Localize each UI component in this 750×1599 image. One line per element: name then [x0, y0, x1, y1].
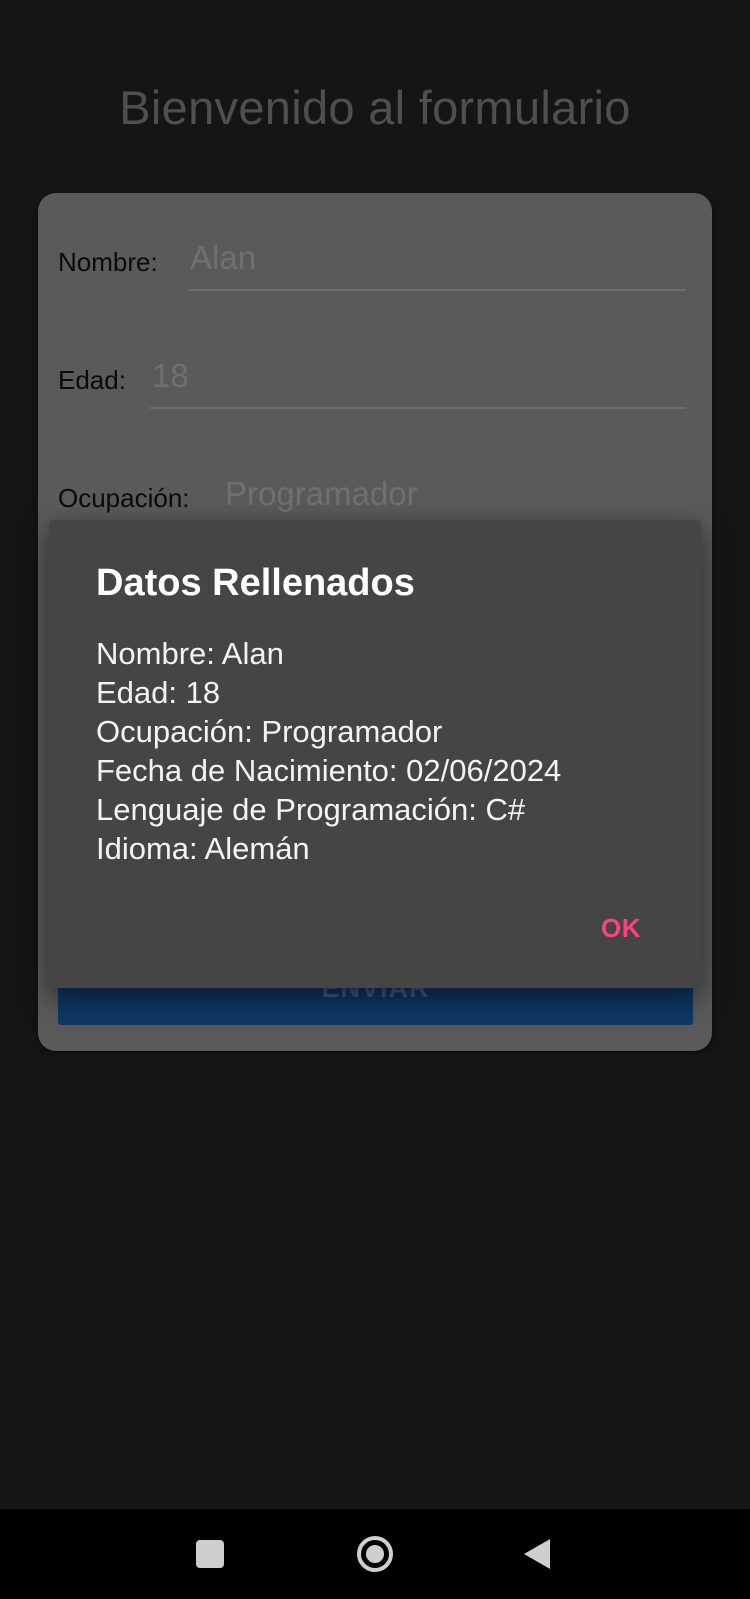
dialog-line-birthdate: Fecha de Nacimiento: 02/06/2024: [96, 753, 562, 788]
name-label: Nombre:: [58, 247, 158, 277]
age-field-row: Edad: 18: [58, 347, 686, 409]
recents-button[interactable]: [165, 1509, 255, 1599]
ok-button[interactable]: OK: [601, 913, 641, 944]
back-triangle-icon: [524, 1539, 550, 1569]
app-screen: Bienvenido al formulario Nombre: Alan Ed…: [0, 0, 750, 1599]
home-button[interactable]: [330, 1509, 420, 1599]
age-input[interactable]: 18: [150, 347, 686, 409]
home-circle-icon: [357, 1536, 393, 1572]
age-label: Edad:: [58, 365, 126, 395]
occupation-label: Ocupación:: [58, 483, 190, 513]
dialog-line-name: Nombre: Alan: [96, 636, 284, 671]
back-button[interactable]: [492, 1509, 582, 1599]
name-field-row: Nombre: Alan: [58, 229, 686, 291]
dialog-line-language: Lenguaje de Programación: C#: [96, 792, 526, 827]
dialog-line-age: Edad: 18: [96, 675, 221, 710]
occupation-field-row: Ocupación: Programador: [58, 465, 686, 527]
system-nav-bar: [0, 1509, 750, 1599]
dialog-line-idiom: Idioma: Alemán: [96, 831, 310, 866]
alert-dialog: Datos Rellenados Nombre: Alan Edad: 18 O…: [49, 520, 701, 988]
dialog-title: Datos Rellenados: [96, 562, 415, 604]
name-input[interactable]: Alan: [188, 229, 686, 291]
dialog-line-occupation: Ocupación: Programador: [96, 714, 443, 749]
occupation-input[interactable]: Programador: [223, 465, 686, 527]
recents-square-icon: [196, 1540, 224, 1568]
dialog-message: Nombre: Alan Edad: 18 Ocupación: Program…: [96, 634, 671, 868]
page-title: Bienvenido al formulario: [119, 81, 631, 134]
